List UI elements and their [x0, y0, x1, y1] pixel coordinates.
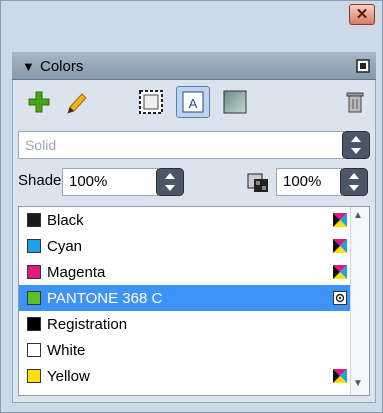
swatch-chip	[27, 343, 41, 357]
close-button[interactable]: ✕	[349, 4, 375, 25]
swatch-name: Registration	[47, 315, 128, 333]
swatch-row[interactable]: Registration	[19, 311, 369, 337]
scroll-up-icon[interactable]: ▲	[353, 210, 363, 221]
swatch-row[interactable]: Yellow	[19, 363, 369, 389]
swatch-row[interactable]: Magenta	[19, 259, 369, 285]
panel-title: Colors	[40, 58, 84, 75]
fill-container-button[interactable]	[136, 88, 166, 116]
cmyk-process-icon	[333, 265, 347, 279]
color-type-dropdown[interactable]: Solid	[18, 131, 344, 159]
shade-stepper-icon[interactable]	[156, 168, 184, 196]
cmyk-process-icon	[333, 369, 347, 383]
shade-label: Shade:	[18, 172, 66, 189]
swatch-row[interactable]: White	[19, 337, 369, 363]
spot-color-icon	[333, 291, 347, 305]
swatch-row[interactable]: Black	[19, 207, 369, 233]
tint-input[interactable]: 100%	[276, 168, 342, 196]
gradient-swatch-button[interactable]	[220, 88, 250, 116]
trash-icon[interactable]	[344, 90, 366, 114]
swatch-chip	[27, 291, 41, 305]
svg-text:A: A	[189, 96, 198, 111]
panel-menu-icon[interactable]	[356, 58, 372, 74]
edit-pencil-icon[interactable]	[66, 91, 88, 115]
swatch-row[interactable]: Cyan	[19, 233, 369, 259]
cmyk-process-icon	[333, 213, 347, 227]
swatch-name: Cyan	[47, 237, 83, 255]
cmyk-process-icon	[333, 239, 347, 253]
collapse-triangle-icon[interactable]: ▼	[22, 59, 35, 74]
list-scrollbar[interactable]	[350, 207, 369, 395]
swatch-chip	[27, 239, 41, 253]
formatting-text-button[interactable]: A	[176, 86, 210, 118]
swatch-name: Magenta	[47, 263, 106, 281]
tint-icon	[246, 172, 270, 194]
tint-stepper-icon[interactable]	[340, 168, 368, 196]
swatch-list[interactable]: Black Cyan Magenta PANTONE 368 C Registratio…	[18, 206, 370, 396]
scroll-down-icon[interactable]: ▼	[353, 378, 363, 389]
shade-input[interactable]: 100%	[62, 168, 158, 196]
swatch-chip	[27, 265, 41, 279]
swatch-name: White	[47, 341, 86, 359]
swatch-name: PANTONE 368 C	[47, 289, 163, 307]
add-swatch-icon[interactable]	[28, 91, 50, 113]
swatch-chip	[27, 369, 41, 383]
swatch-name: Black	[47, 211, 84, 229]
swatch-chip	[27, 317, 41, 331]
swatch-row[interactable]: PANTONE 368 C	[19, 285, 369, 311]
swatch-chip	[27, 213, 41, 227]
dropdown-stepper-icon[interactable]	[342, 131, 370, 159]
swatch-name: Yellow	[47, 367, 90, 385]
